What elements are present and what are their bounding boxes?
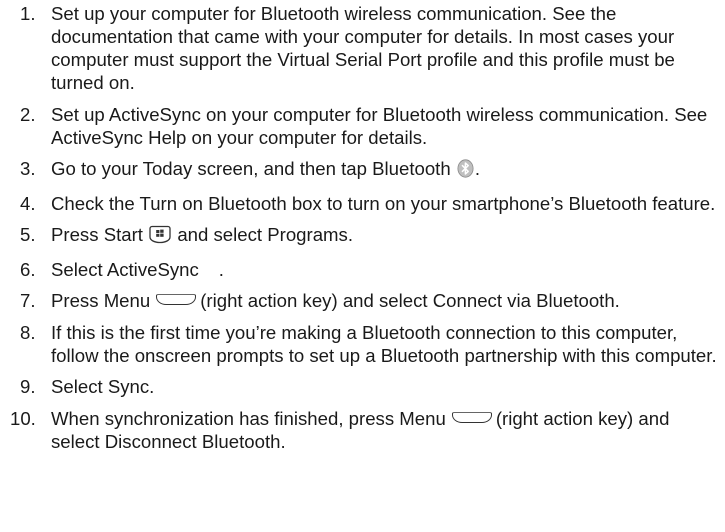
step-text-end: .	[474, 158, 481, 179]
step-1: 1. Set up your computer for Bluetooth wi…	[20, 2, 717, 94]
step-text-end: and select Programs.	[177, 224, 353, 245]
step-number: 1.	[20, 3, 36, 24]
step-text: Press Start	[51, 224, 143, 245]
step-text: Select Sync.	[51, 376, 155, 397]
right-softkey-icon	[451, 411, 492, 423]
step-3: 3. Go to your Today screen, and then tap…	[20, 157, 717, 183]
step-number: 6.	[20, 258, 36, 280]
step-number: 2.	[20, 103, 36, 125]
step-text: Press Menu	[51, 290, 151, 311]
step-5: 5. Press Start and select Programs.	[20, 223, 717, 249]
step-number: 9.	[20, 376, 36, 397]
step-text: Check the Turn on Bluetooth box to turn …	[51, 192, 716, 214]
step-text-end: (right action key) and select Connect vi…	[200, 290, 620, 311]
steps-list: 1. Set up your computer for Bluetooth wi…	[10, 2, 717, 453]
step-text: Select ActiveSync	[51, 258, 199, 280]
step-number: 10.	[10, 407, 36, 429]
step-text: When synchronization has finished, press…	[51, 407, 446, 429]
step-4: 4. Check the Turn on Bluetooth box to tu…	[20, 192, 717, 215]
step-number: 5.	[20, 224, 36, 245]
step-6: 6. Select ActiveSync.	[20, 258, 717, 281]
windows-start-icon	[149, 224, 171, 249]
step-text: If this is the first time you’re making …	[51, 321, 717, 366]
right-softkey-icon	[156, 294, 197, 305]
step-number: 7.	[20, 290, 36, 311]
step-2: 2. Set up ActiveSync on your computer fo…	[20, 103, 717, 149]
bluetooth-icon	[457, 159, 474, 183]
step-number: 4.	[20, 192, 36, 214]
step-8: 8. If this is the first time you’re maki…	[20, 321, 717, 367]
step-10: 10. When synchronization has finished, p…	[10, 407, 717, 453]
step-text-end: .	[218, 258, 224, 280]
step-9: 9. Select Sync.	[20, 375, 717, 398]
step-text: Go to your Today screen, and then tap Bl…	[51, 158, 451, 179]
step-text: Set up your computer for Bluetooth wirel…	[51, 3, 675, 93]
step-number: 3.	[20, 158, 36, 179]
step-text: Set up ActiveSync on your computer for B…	[51, 103, 708, 148]
instructions-document: 1. Set up your computer for Bluetooth wi…	[0, 0, 725, 453]
step-7: 7. Press Menu (right action key) and sele…	[20, 289, 717, 312]
step-number: 8.	[20, 321, 36, 343]
